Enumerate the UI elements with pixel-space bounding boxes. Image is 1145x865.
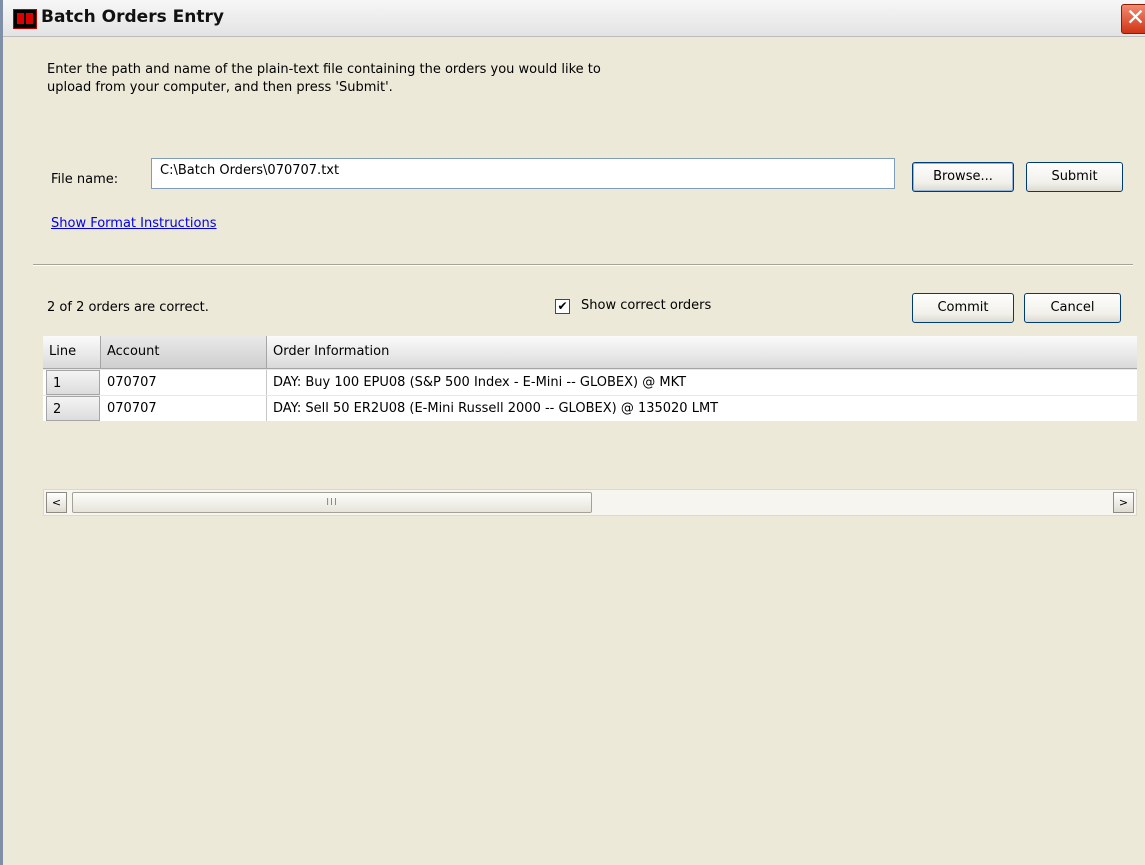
- show-format-instructions-link[interactable]: Show Format Instructions: [51, 216, 217, 231]
- show-correct-orders-label[interactable]: Show correct orders: [581, 298, 711, 313]
- section-divider: [33, 264, 1133, 266]
- table-row[interactable]: 2 070707 DAY: Sell 50 ER2U08 (E-Mini Rus…: [43, 396, 1137, 421]
- window-title: Batch Orders Entry: [41, 7, 224, 27]
- instructions-line-1: Enter the path and name of the plain-tex…: [47, 62, 601, 77]
- submit-button[interactable]: Submit: [1026, 162, 1123, 192]
- file-name-input[interactable]: C:\Batch Orders\070707.txt: [151, 158, 895, 189]
- browse-button[interactable]: Browse...: [912, 162, 1014, 192]
- file-name-label: File name:: [51, 172, 119, 187]
- orders-status-text: 2 of 2 orders are correct.: [47, 300, 209, 315]
- commit-button[interactable]: Commit: [912, 293, 1014, 323]
- show-correct-orders-checkbox[interactable]: ✔: [555, 299, 570, 314]
- scrollbar-thumb[interactable]: III: [72, 492, 592, 513]
- scroll-left-arrow-icon[interactable]: <: [46, 492, 67, 513]
- row-order-info-cell: DAY: Buy 100 EPU08 (S&P 500 Index - E-Mi…: [273, 375, 687, 390]
- row-account-cell: 070707: [101, 396, 267, 421]
- row-order-info-cell: DAY: Sell 50 ER2U08 (E-Mini Russell 2000…: [273, 401, 719, 416]
- close-button[interactable]: ✕: [1121, 4, 1145, 34]
- upload-instructions: Enter the path and name of the plain-tex…: [47, 61, 767, 97]
- title-bar[interactable]: Batch Orders Entry ✕: [3, 0, 1145, 37]
- horizontal-scrollbar[interactable]: < III >: [43, 489, 1137, 516]
- column-header-order-information[interactable]: Order Information: [267, 336, 1137, 368]
- table-row[interactable]: 1 070707 DAY: Buy 100 EPU08 (S&P 500 Ind…: [43, 370, 1137, 395]
- orders-table: Line Account Order Information 1 070707 …: [43, 336, 1137, 476]
- app-logo-icon: [13, 9, 37, 29]
- row-line-cell: 2: [46, 396, 100, 421]
- cancel-button[interactable]: Cancel: [1024, 293, 1121, 323]
- batch-orders-window: Batch Orders Entry ✕ Enter the path and …: [0, 0, 1145, 865]
- column-header-line[interactable]: Line: [43, 336, 101, 368]
- table-header: Line Account Order Information: [43, 336, 1137, 369]
- column-header-account[interactable]: Account: [101, 336, 267, 368]
- row-account-cell: 070707: [101, 370, 267, 395]
- row-line-cell: 1: [46, 370, 100, 395]
- instructions-line-2: upload from your computer, and then pres…: [47, 80, 393, 95]
- scroll-right-arrow-icon[interactable]: >: [1113, 492, 1134, 513]
